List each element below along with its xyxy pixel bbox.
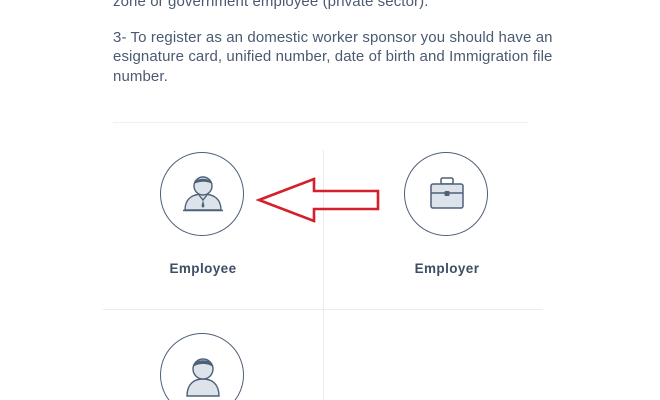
third-option[interactable]	[123, 333, 283, 400]
employer-label[interactable]: Employer	[367, 261, 527, 276]
grid-divider-horizontal	[103, 309, 543, 310]
employer-option[interactable]: Employer	[367, 152, 527, 282]
register-selection-page: zone or government employee (private sec…	[0, 0, 660, 400]
employee-icon-circle[interactable]	[160, 152, 244, 236]
instruction-item-2-tail: zone or government employee (private sec…	[113, 0, 429, 10]
instructions: zone or government employee (private sec…	[113, 0, 553, 102]
red-arrow-icon	[256, 177, 380, 223]
divider	[113, 122, 529, 123]
third-icon-circle[interactable]	[160, 333, 244, 400]
person-icon	[186, 358, 220, 397]
employer-icon-circle[interactable]	[404, 152, 488, 236]
instruction-item-3: 3- To register as an domestic worker spo…	[113, 28, 553, 85]
employee-label[interactable]: Employee	[123, 261, 283, 276]
briefcase-icon	[430, 177, 464, 209]
employee-icon	[183, 176, 223, 212]
